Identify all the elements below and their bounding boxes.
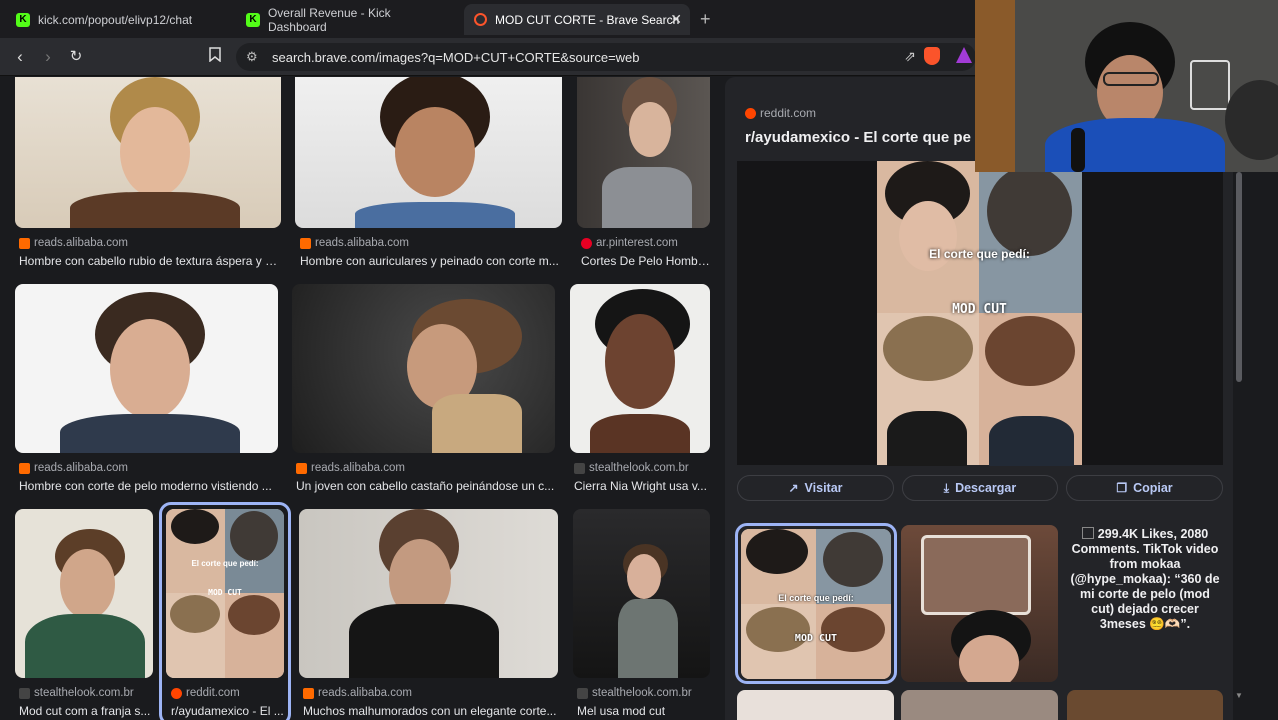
bookmark-icon[interactable] xyxy=(205,47,225,65)
alibaba-icon xyxy=(303,687,314,699)
tab-label: MOD CUT CORTE - Brave Search xyxy=(495,12,680,27)
broken-image-icon xyxy=(1081,527,1094,539)
result-source[interactable]: reads.alibaba.com xyxy=(19,237,128,249)
new-tab-button[interactable]: + xyxy=(700,9,711,30)
brave-shields-icon[interactable] xyxy=(924,47,940,65)
preview-label: MOD CUT xyxy=(952,302,1007,317)
result-title[interactable]: Cortes De Pelo Hombr... xyxy=(581,254,710,268)
result-image[interactable] xyxy=(15,77,281,228)
result-title[interactable]: Hombre con corte de pelo moderno vistien… xyxy=(19,479,278,493)
external-link-icon: ↗ xyxy=(788,481,799,495)
preview-caption: El corte que pedí: xyxy=(929,247,1030,261)
stealthelook-icon xyxy=(574,462,585,474)
result-source[interactable]: reads.alibaba.com xyxy=(300,237,409,249)
scroll-down-icon[interactable]: ▼ xyxy=(1235,691,1243,700)
pinterest-icon xyxy=(581,237,592,249)
related-alt-text[interactable]: 299.4K Likes, 2080 Comments. TikTok vide… xyxy=(1067,527,1223,632)
result-source[interactable]: reads.alibaba.com xyxy=(19,462,128,474)
reload-button[interactable]: ↻ xyxy=(66,47,86,65)
preview-panel: reddit.com r/ayudamexico - El corte que … xyxy=(725,77,1233,720)
result-source[interactable]: stealthelook.com.br xyxy=(577,687,692,699)
result-title[interactable]: r/ayudamexico - El ... xyxy=(171,704,284,718)
back-button[interactable]: ‹ xyxy=(10,47,30,67)
image-results: reads.alibaba.com Hombre con cabello rub… xyxy=(0,77,1278,720)
alibaba-icon xyxy=(19,237,30,249)
address-bar[interactable]: ⚙ search.brave.com/images?q=MOD+CUT+CORT… xyxy=(236,43,976,71)
result-title[interactable]: Un joven con cabello castaño peinándose … xyxy=(296,479,555,493)
reddit-icon xyxy=(171,687,182,699)
webcam-overlay xyxy=(975,0,1278,172)
brave-rewards-icon[interactable] xyxy=(956,47,972,63)
close-tab-icon[interactable]: ✕ xyxy=(670,11,682,28)
preview-image: El corte que pedí: MOD CUT xyxy=(877,161,1082,466)
alibaba-icon xyxy=(300,237,311,249)
tab-brave-search[interactable]: MOD CUT CORTE - Brave Search ✕ xyxy=(464,4,690,35)
result-image[interactable] xyxy=(292,284,555,453)
result-image[interactable] xyxy=(573,509,710,678)
related-image[interactable] xyxy=(737,690,894,720)
alibaba-icon xyxy=(296,462,307,474)
result-source[interactable]: reads.alibaba.com xyxy=(296,462,405,474)
thumb-label: MOD CUT xyxy=(208,588,242,597)
preview-image-frame[interactable]: El corte que pedí: MOD CUT xyxy=(737,161,1223,466)
result-image[interactable] xyxy=(577,77,710,228)
reddit-icon xyxy=(745,107,756,119)
related-image[interactable] xyxy=(901,690,1058,720)
result-source[interactable]: ar.pinterest.com xyxy=(581,237,678,249)
related-image[interactable] xyxy=(1067,690,1223,720)
tab-label: Overall Revenue - Kick Dashboard xyxy=(267,5,391,34)
result-title[interactable]: Mel usa mod cut xyxy=(577,704,710,718)
kick-icon: K xyxy=(246,12,260,27)
related-label: MOD CUT xyxy=(794,633,838,644)
forward-button[interactable]: › xyxy=(38,47,58,67)
result-image[interactable] xyxy=(295,77,562,228)
result-title[interactable]: Hombre con cabello rubio de textura áspe… xyxy=(19,254,281,268)
result-image[interactable]: El corte que pedí: MOD CUT xyxy=(166,509,284,678)
share-icon[interactable]: ⇗ xyxy=(904,48,916,65)
alibaba-icon xyxy=(19,462,30,474)
site-settings-icon[interactable]: ⚙ xyxy=(246,49,258,65)
result-source[interactable]: reads.alibaba.com xyxy=(303,687,412,699)
result-source[interactable]: reddit.com xyxy=(171,687,240,699)
result-source[interactable]: stealthelook.com.br xyxy=(19,687,134,699)
stealthelook-icon xyxy=(577,687,588,699)
related-image[interactable]: El corte que pedí: MOD CUT xyxy=(741,529,891,679)
stealthelook-icon xyxy=(19,687,30,699)
result-title[interactable]: Muchos malhumorados con un elegante cort… xyxy=(303,704,558,718)
download-icon: ⤓ xyxy=(943,480,950,495)
brave-icon xyxy=(474,13,487,26)
result-image[interactable] xyxy=(570,284,710,453)
url-text: search.brave.com/images?q=MOD+CUT+CORTE&… xyxy=(272,49,640,65)
result-title[interactable]: Hombre con auriculares y peinado con cor… xyxy=(300,254,562,268)
thumb-caption: El corte que pedí: xyxy=(191,559,259,568)
copy-button[interactable]: ❐ Copiar xyxy=(1066,475,1223,501)
visit-button[interactable]: ↗ Visitar xyxy=(737,475,894,501)
panel-title[interactable]: r/ayudamexico - El corte que pe xyxy=(745,129,971,146)
result-image[interactable] xyxy=(15,509,153,678)
panel-scrollbar[interactable] xyxy=(1236,172,1242,382)
result-source[interactable]: stealthelook.com.br xyxy=(574,462,689,474)
result-image[interactable] xyxy=(15,284,278,453)
tab-kick-chat[interactable]: K kick.com/popout/elivp12/chat xyxy=(6,4,232,35)
kick-icon: K xyxy=(16,12,30,27)
related-caption: El corte que pedí: xyxy=(778,593,854,603)
tab-kick-dashboard[interactable]: K Overall Revenue - Kick Dashboard xyxy=(236,4,462,35)
result-image[interactable] xyxy=(299,509,558,678)
result-title[interactable]: Mod cut com a franja s... xyxy=(19,704,153,718)
panel-source[interactable]: reddit.com xyxy=(745,106,816,120)
related-image[interactable] xyxy=(901,525,1058,682)
tab-label: kick.com/popout/elivp12/chat xyxy=(38,12,193,27)
copy-icon: ❐ xyxy=(1116,481,1128,495)
download-button[interactable]: ⤓ Descargar xyxy=(902,475,1058,501)
result-title[interactable]: Cierra Nia Wright usa v... xyxy=(574,479,710,493)
